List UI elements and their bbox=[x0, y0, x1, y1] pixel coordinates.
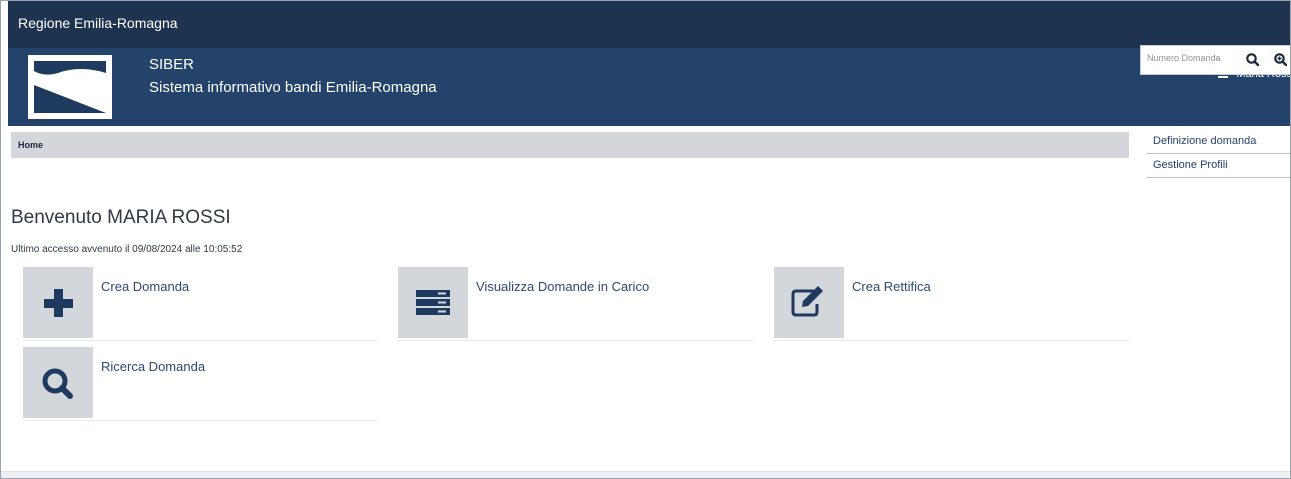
tile-ricerca-domanda[interactable]: Ricerca Domanda bbox=[23, 347, 378, 421]
last-access-text: Ultimo accesso avvenuto il 09/08/2024 al… bbox=[11, 244, 243, 255]
server-list-icon bbox=[416, 290, 450, 315]
app-subtitle: Sistema informativo bandi Emilia-Romagna bbox=[149, 79, 437, 96]
welcome-heading: Benvenuto MARIA ROSSI bbox=[11, 207, 231, 228]
tile-crea-rettifica[interactable]: Crea Rettifica bbox=[774, 267, 1129, 341]
tile-visualizza-domande[interactable]: Visualizza Domande in Carico bbox=[398, 267, 753, 341]
tile-icon-box bbox=[23, 347, 93, 418]
tile-icon-box bbox=[23, 267, 93, 338]
tile-icon-box bbox=[774, 267, 844, 338]
menu-item-definizione-domanda[interactable]: Definizione domanda bbox=[1147, 130, 1290, 154]
tile-icon-box bbox=[398, 267, 468, 338]
advanced-search-icon[interactable] bbox=[1273, 52, 1289, 68]
tile-label[interactable]: Ricerca Domanda bbox=[101, 359, 205, 374]
edit-icon bbox=[791, 286, 823, 317]
app-name: SIBER bbox=[149, 56, 195, 73]
tile-label[interactable]: Crea Domanda bbox=[101, 279, 189, 294]
plus-icon bbox=[44, 289, 73, 317]
tile-label[interactable]: Visualizza Domande in Carico bbox=[476, 279, 649, 294]
region-bar: Regione Emilia-Romagna bbox=[8, 1, 1290, 48]
search-input[interactable] bbox=[1147, 53, 1225, 63]
region-logo[interactable] bbox=[28, 55, 112, 119]
tile-crea-domanda[interactable]: Crea Domanda bbox=[23, 267, 378, 341]
region-title[interactable]: Regione Emilia-Romagna bbox=[18, 15, 178, 31]
breadcrumb-home[interactable]: Home bbox=[18, 140, 43, 150]
search-icon bbox=[42, 368, 73, 399]
breadcrumb: Home bbox=[11, 132, 1129, 158]
side-menu: Definizione domanda Gestione Profili bbox=[1147, 130, 1290, 178]
search-box bbox=[1140, 45, 1290, 75]
menu-item-gestione-profili[interactable]: Gestione Profili bbox=[1147, 154, 1290, 178]
app-header: SIBER Sistema informativo bandi Emilia-R… bbox=[8, 48, 1290, 126]
tile-label[interactable]: Crea Rettifica bbox=[852, 279, 931, 294]
page-frame: Regione Emilia-Romagna SIBER Sistema inf… bbox=[0, 0, 1291, 479]
search-icon[interactable] bbox=[1245, 52, 1261, 68]
footer-divider bbox=[1, 471, 1290, 478]
